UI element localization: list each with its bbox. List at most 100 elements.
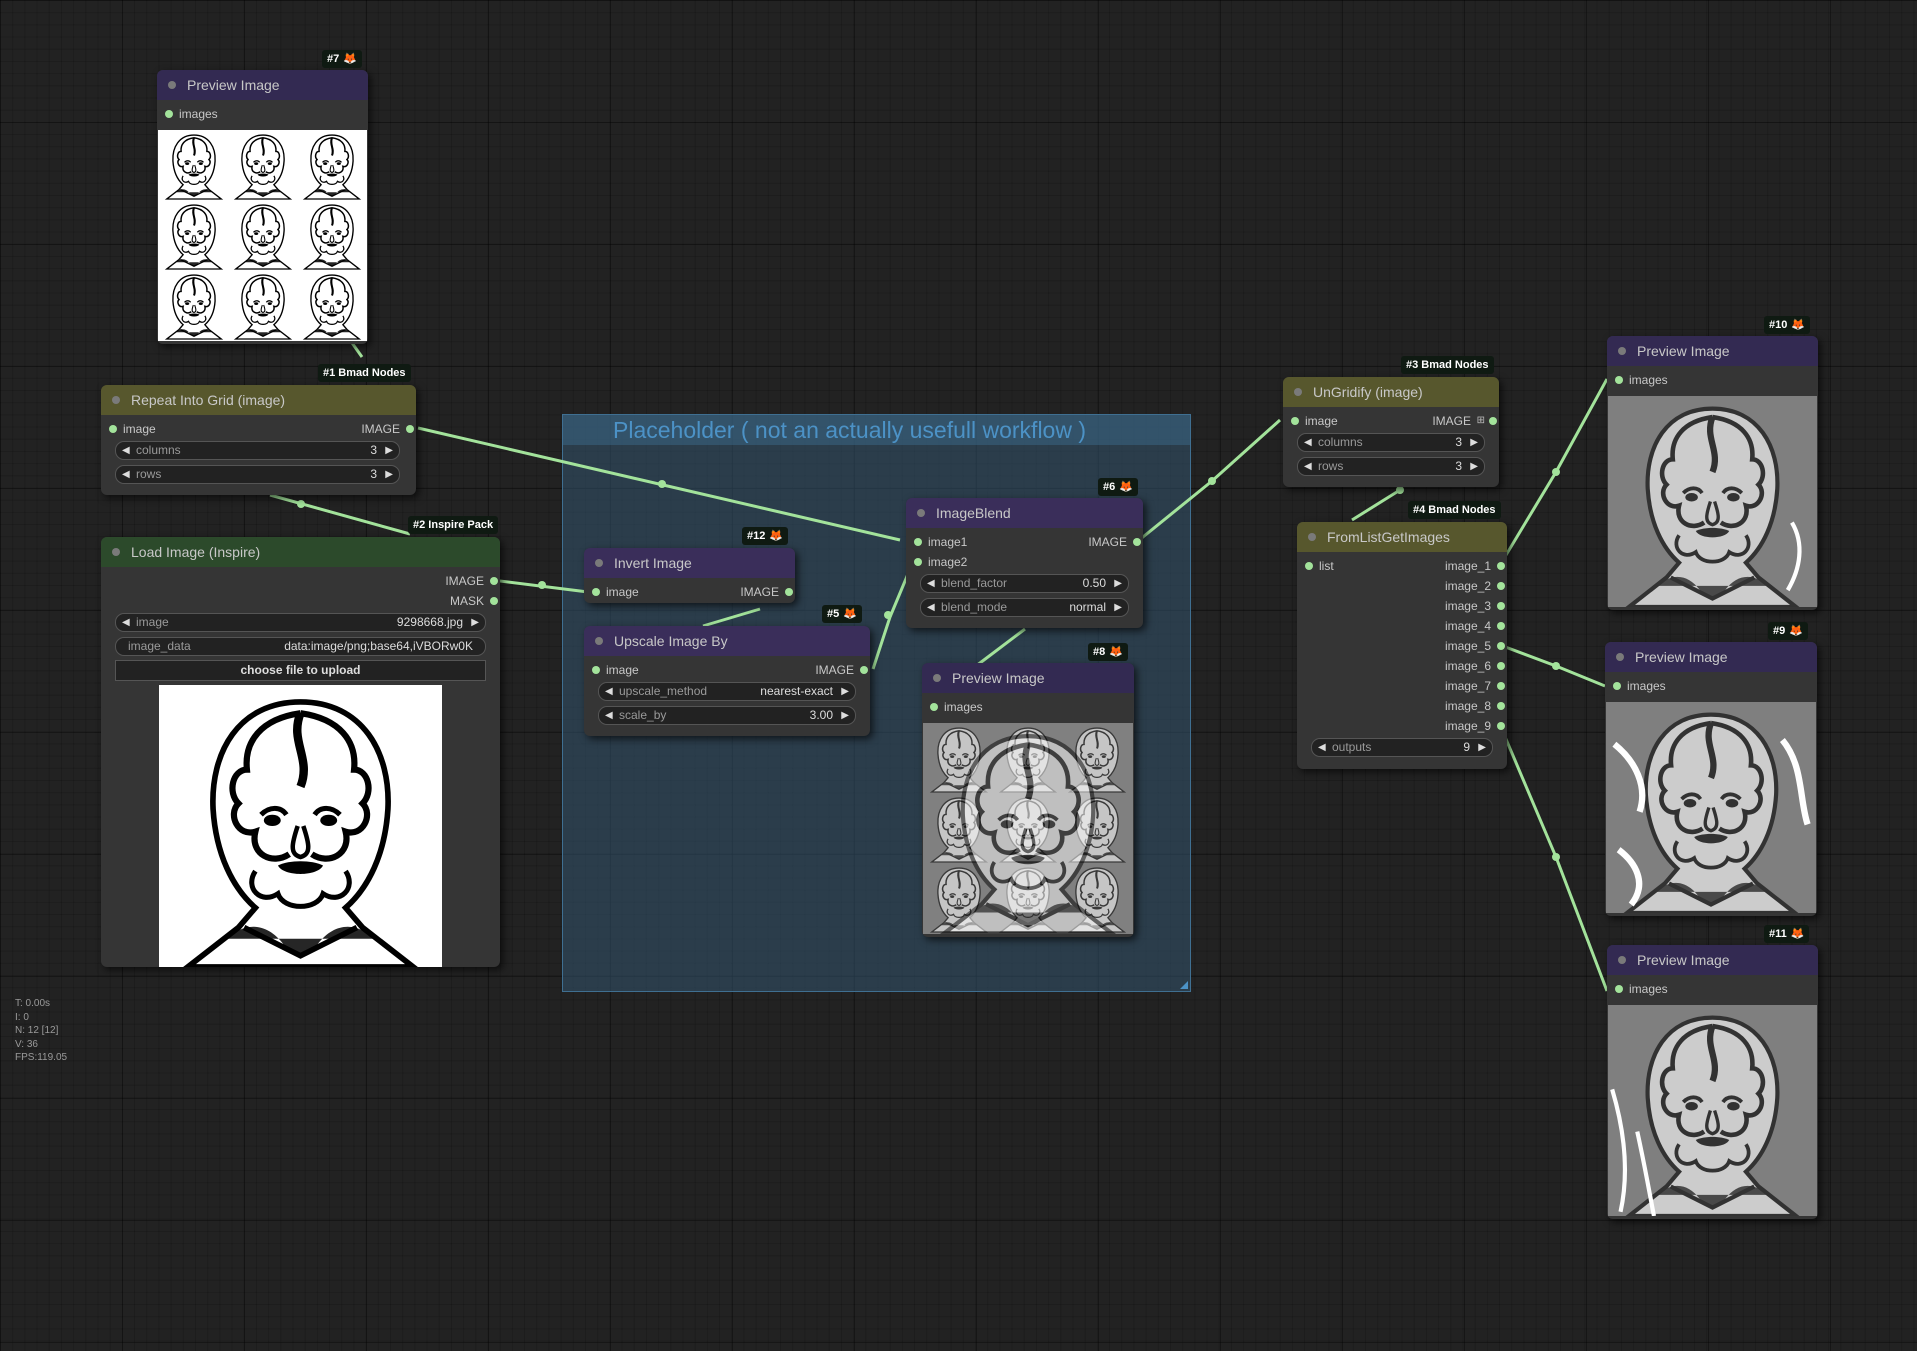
input-slot-image[interactable]: image — [592, 662, 639, 678]
collapse-dot-icon[interactable] — [1618, 347, 1626, 355]
increment-arrow-icon[interactable]: ▶ — [1114, 575, 1122, 592]
slot-dot-icon[interactable] — [1133, 538, 1141, 546]
input-slot-images[interactable]: images — [1615, 372, 1668, 388]
node-title[interactable]: FromListGetImages — [1297, 522, 1507, 552]
output-slot-image-2[interactable]: image_2 — [1445, 578, 1505, 594]
image-select-widget[interactable]: ◀ image 9298668.jpg ▶ — [115, 613, 486, 632]
slot-dot-icon[interactable] — [1613, 682, 1621, 690]
output-slot-image-4[interactable]: image_4 — [1445, 618, 1505, 634]
output-slot-image[interactable]: IMAGE — [815, 662, 868, 678]
slot-dot-icon[interactable] — [785, 588, 793, 596]
node-title[interactable]: Load Image (Inspire) — [101, 537, 500, 567]
increment-arrow-icon[interactable]: ▶ — [1114, 599, 1122, 616]
node-title[interactable]: Preview Image — [1605, 642, 1817, 672]
slot-dot-icon[interactable] — [914, 538, 922, 546]
node-imageblend[interactable]: ImageBlend image1 IMAGE image2 ◀ blend_fa… — [906, 498, 1143, 628]
node-title[interactable]: UnGridify (image) — [1283, 377, 1499, 407]
collapse-dot-icon[interactable] — [1308, 533, 1316, 541]
input-slot-image[interactable]: image — [592, 584, 639, 600]
input-slot-images[interactable]: images — [1615, 981, 1668, 997]
node-ungridify[interactable]: UnGridify (image) image IMAGE ⊞ ◀ columns 3… — [1283, 377, 1499, 487]
node-preview-image-10[interactable]: Preview Image images — [1607, 336, 1818, 610]
node-title[interactable]: Invert Image — [584, 548, 795, 578]
node-title[interactable]: Preview Image — [1607, 336, 1818, 366]
blend-factor-widget[interactable]: ◀ blend_factor 0.50 ▶ — [920, 574, 1129, 593]
slot-dot-icon[interactable] — [592, 666, 600, 674]
node-preview-image-8[interactable]: Preview Image images — [922, 663, 1134, 937]
decrement-arrow-icon[interactable]: ◀ — [122, 466, 130, 483]
output-slot-image-9[interactable]: image_9 — [1445, 718, 1505, 734]
outputs-widget[interactable]: ◀ outputs 9 ▶ — [1311, 738, 1493, 757]
output-slot-image[interactable]: IMAGE — [361, 421, 414, 437]
node-load-image-inspire[interactable]: Load Image (Inspire) IMAGE MASK ◀ image 92… — [101, 537, 500, 967]
output-slot-image-list[interactable]: IMAGE ⊞ — [1432, 413, 1497, 429]
upscale-method-widget[interactable]: ◀ upscale_method nearest-exact ▶ — [598, 682, 856, 701]
slot-dot-icon[interactable] — [930, 703, 938, 711]
collapse-dot-icon[interactable] — [112, 548, 120, 556]
input-slot-image[interactable]: image — [109, 421, 156, 437]
output-slot-image-7[interactable]: image_7 — [1445, 678, 1505, 694]
slot-dot-icon[interactable] — [1497, 682, 1505, 690]
rows-widget[interactable]: ◀ rows 3 ▶ — [115, 465, 400, 484]
slot-dot-icon[interactable] — [490, 577, 498, 585]
node-title[interactable]: Repeat Into Grid (image) — [101, 385, 416, 415]
output-slot-image[interactable]: IMAGE — [1088, 534, 1141, 550]
output-slot-image-6[interactable]: image_6 — [1445, 658, 1505, 674]
group-title[interactable]: Placeholder ( not an actually usefull wo… — [563, 415, 1190, 445]
decrement-arrow-icon[interactable]: ◀ — [1304, 434, 1312, 451]
node-upscale-image-by[interactable]: Upscale Image By image IMAGE ◀ upscale_me… — [584, 626, 870, 736]
slot-dot-icon[interactable] — [860, 666, 868, 674]
input-slot-images[interactable]: images — [930, 699, 983, 715]
decrement-arrow-icon[interactable]: ◀ — [122, 614, 130, 631]
image-data-field[interactable]: image_data data:image/png;base64,iVBORw0K — [115, 637, 486, 656]
collapse-dot-icon[interactable] — [933, 674, 941, 682]
output-slot-image-5[interactable]: image_5 — [1445, 638, 1505, 654]
collapse-dot-icon[interactable] — [595, 559, 603, 567]
decrement-arrow-icon[interactable]: ◀ — [927, 575, 935, 592]
node-title[interactable]: Upscale Image By — [584, 626, 870, 656]
decrement-arrow-icon[interactable]: ◀ — [1318, 739, 1326, 756]
node-invert-image[interactable]: Invert Image image IMAGE — [584, 548, 795, 603]
input-slot-list[interactable]: list — [1305, 558, 1334, 574]
slot-dot-icon[interactable] — [109, 425, 117, 433]
increment-arrow-icon[interactable]: ▶ — [1478, 739, 1486, 756]
decrement-arrow-icon[interactable]: ◀ — [1304, 458, 1312, 475]
output-slot-image[interactable]: IMAGE — [445, 573, 498, 589]
node-title[interactable]: Preview Image — [1607, 945, 1818, 975]
slot-dot-icon[interactable] — [1497, 622, 1505, 630]
increment-arrow-icon[interactable]: ▶ — [841, 683, 849, 700]
slot-dot-icon[interactable] — [1489, 417, 1497, 425]
decrement-arrow-icon[interactable]: ◀ — [605, 683, 613, 700]
blend-mode-widget[interactable]: ◀ blend_mode normal ▶ — [920, 598, 1129, 617]
slot-dot-icon[interactable] — [1291, 417, 1299, 425]
increment-arrow-icon[interactable]: ▶ — [1470, 458, 1478, 475]
increment-arrow-icon[interactable]: ▶ — [471, 614, 479, 631]
node-title[interactable]: ImageBlend — [906, 498, 1143, 528]
collapse-dot-icon[interactable] — [917, 509, 925, 517]
node-repeat-into-grid[interactable]: Repeat Into Grid (image) image IMAGE ◀ co… — [101, 385, 416, 495]
output-slot-mask[interactable]: MASK — [450, 593, 498, 609]
collapse-dot-icon[interactable] — [595, 637, 603, 645]
slot-dot-icon[interactable] — [1497, 722, 1505, 730]
output-slot-image[interactable]: IMAGE — [740, 584, 793, 600]
scale-by-widget[interactable]: ◀ scale_by 3.00 ▶ — [598, 706, 856, 725]
increment-arrow-icon[interactable]: ▶ — [1470, 434, 1478, 451]
output-slot-image-1[interactable]: image_1 — [1445, 558, 1505, 574]
decrement-arrow-icon[interactable]: ◀ — [605, 707, 613, 724]
node-title[interactable]: Preview Image — [922, 663, 1134, 693]
collapse-dot-icon[interactable] — [168, 81, 176, 89]
collapse-dot-icon[interactable] — [1294, 388, 1302, 396]
slot-dot-icon[interactable] — [1497, 702, 1505, 710]
group-resize-handle[interactable] — [1180, 981, 1188, 989]
columns-widget[interactable]: ◀ columns 3 ▶ — [1297, 433, 1485, 452]
collapse-dot-icon[interactable] — [1618, 956, 1626, 964]
node-preview-image-9[interactable]: Preview Image images — [1605, 642, 1817, 916]
columns-widget[interactable]: ◀ columns 3 ▶ — [115, 441, 400, 460]
slot-dot-icon[interactable] — [490, 597, 498, 605]
slot-dot-icon[interactable] — [1497, 642, 1505, 650]
increment-arrow-icon[interactable]: ▶ — [841, 707, 849, 724]
slot-dot-icon[interactable] — [1497, 562, 1505, 570]
decrement-arrow-icon[interactable]: ◀ — [122, 442, 130, 459]
input-slot-image2[interactable]: image2 — [914, 554, 967, 570]
node-fromlistgetimages[interactable]: FromListGetImages list image_1 image_2 i… — [1297, 522, 1507, 769]
